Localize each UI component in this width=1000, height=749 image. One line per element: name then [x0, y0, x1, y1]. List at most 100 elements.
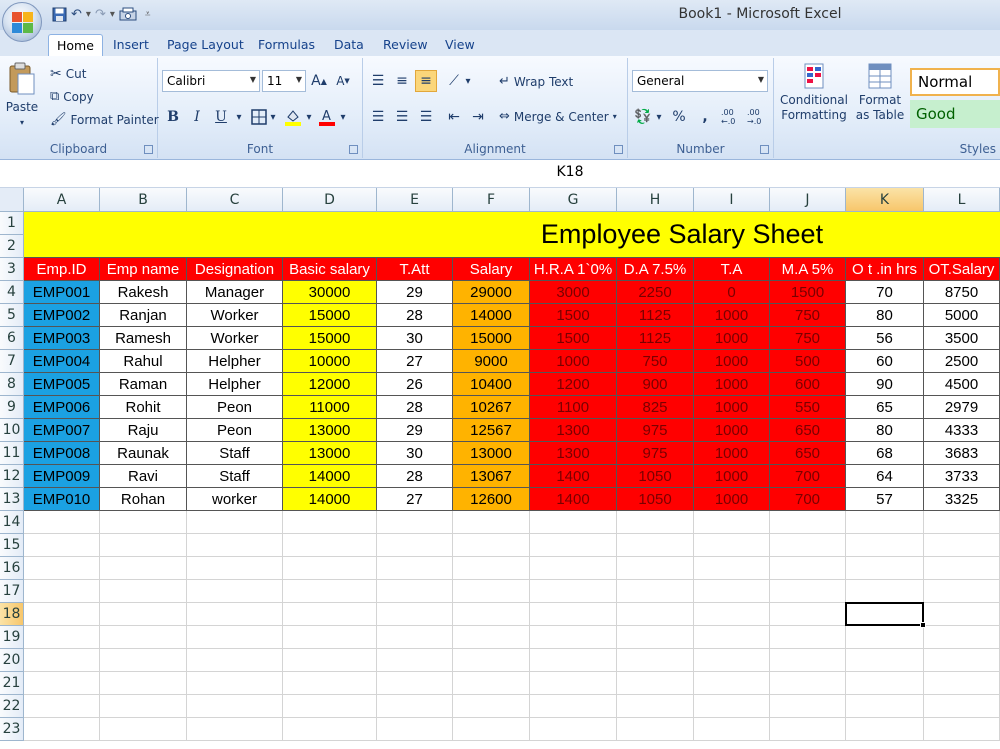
empty-cell[interactable] [924, 695, 1000, 718]
merge-center-button[interactable]: ⇔ Merge & Center ▾ [499, 109, 617, 124]
empty-cell[interactable] [24, 603, 100, 626]
table-cell[interactable]: 1200 [530, 373, 617, 396]
table-cell[interactable]: 1100 [530, 396, 617, 419]
align-bottom-icon[interactable]: ≡ [415, 70, 437, 92]
tab-view[interactable]: View [437, 34, 483, 56]
empty-cell[interactable] [283, 672, 377, 695]
empty-cell[interactable] [453, 511, 530, 534]
decrease-indent-icon[interactable]: ⇤ [443, 106, 465, 128]
row-header-15[interactable]: 15 [0, 534, 24, 557]
table-cell[interactable]: 4333 [924, 419, 1000, 442]
align-center-icon[interactable]: ☰ [391, 106, 413, 128]
font-size-box[interactable]: 11 ▼ [262, 70, 306, 92]
empty-cell[interactable] [100, 603, 187, 626]
empty-cell[interactable] [694, 718, 770, 741]
table-cell[interactable]: EMP002 [24, 304, 100, 327]
column-heading-cell[interactable]: Designation [187, 258, 283, 281]
row-header-6[interactable]: 6 [0, 327, 24, 350]
empty-cell[interactable] [100, 580, 187, 603]
table-cell[interactable]: 15000 [283, 304, 377, 327]
table-cell[interactable]: 2250 [617, 281, 694, 304]
table-cell[interactable]: 1000 [694, 373, 770, 396]
empty-cell[interactable] [100, 534, 187, 557]
table-cell[interactable]: 1050 [617, 465, 694, 488]
align-left-icon[interactable]: ☰ [367, 106, 389, 128]
tab-home[interactable]: Home [48, 34, 103, 56]
table-cell[interactable]: 26 [377, 373, 453, 396]
empty-cell[interactable] [846, 718, 924, 741]
tab-page-layout[interactable]: Page Layout [159, 34, 252, 56]
column-header-j[interactable]: J [770, 188, 846, 212]
table-cell[interactable]: 825 [617, 396, 694, 419]
empty-cell[interactable] [770, 718, 846, 741]
table-cell[interactable]: 650 [770, 442, 846, 465]
column-heading-cell[interactable]: T.Att [377, 258, 453, 281]
empty-cell[interactable] [530, 695, 617, 718]
empty-cell[interactable] [530, 603, 617, 626]
table-cell[interactable]: 2500 [924, 350, 1000, 373]
empty-cell[interactable] [100, 695, 187, 718]
sheet-title-cell[interactable]: Employee Salary Sheet [24, 212, 1000, 258]
empty-cell[interactable] [694, 695, 770, 718]
column-header-g[interactable]: G [530, 188, 617, 212]
table-cell[interactable]: 27 [377, 350, 453, 373]
row-header-5[interactable]: 5 [0, 304, 24, 327]
table-cell[interactable]: 28 [377, 465, 453, 488]
font-name-box[interactable]: Calibri ▼ [162, 70, 260, 92]
table-cell[interactable]: EMP003 [24, 327, 100, 350]
table-cell[interactable]: Peon [187, 396, 283, 419]
row-header-12[interactable]: 12 [0, 465, 24, 488]
empty-cell[interactable] [530, 511, 617, 534]
empty-cell[interactable] [377, 649, 453, 672]
empty-cell[interactable] [924, 580, 1000, 603]
empty-cell[interactable] [377, 626, 453, 649]
empty-cell[interactable] [453, 580, 530, 603]
empty-cell[interactable] [617, 649, 694, 672]
table-cell[interactable]: 70 [846, 281, 924, 304]
empty-cell[interactable] [377, 511, 453, 534]
table-cell[interactable]: 700 [770, 488, 846, 511]
table-cell[interactable]: EMP006 [24, 396, 100, 419]
empty-cell[interactable] [617, 534, 694, 557]
table-cell[interactable]: 15000 [453, 327, 530, 350]
table-cell[interactable]: 13000 [283, 442, 377, 465]
cut-button[interactable]: ✂ Cut [50, 66, 86, 82]
empty-cell[interactable] [283, 603, 377, 626]
clipboard-launcher-icon[interactable] [144, 145, 153, 154]
empty-cell[interactable] [530, 718, 617, 741]
empty-cell[interactable] [846, 534, 924, 557]
empty-cell[interactable] [187, 672, 283, 695]
empty-cell[interactable] [24, 580, 100, 603]
table-cell[interactable]: 1000 [694, 304, 770, 327]
table-cell[interactable]: 28 [377, 304, 453, 327]
font-color-dropdown-icon[interactable]: ▾ [338, 106, 348, 128]
column-heading-cell[interactable]: T.A [694, 258, 770, 281]
empty-cell[interactable] [617, 695, 694, 718]
row-header-14[interactable]: 14 [0, 511, 24, 534]
name-box[interactable]: K18 [470, 164, 670, 184]
row-header-1[interactable]: 1 [0, 212, 24, 235]
table-cell[interactable]: 1125 [617, 304, 694, 327]
table-cell[interactable]: EMP008 [24, 442, 100, 465]
empty-cell[interactable] [617, 718, 694, 741]
empty-cell[interactable] [453, 695, 530, 718]
empty-cell[interactable] [924, 511, 1000, 534]
empty-cell[interactable] [453, 718, 530, 741]
table-cell[interactable]: 1050 [617, 488, 694, 511]
empty-cell[interactable] [100, 718, 187, 741]
table-cell[interactable]: Worker [187, 327, 283, 350]
empty-cell[interactable] [530, 557, 617, 580]
table-cell[interactable]: EMP004 [24, 350, 100, 373]
row-header-22[interactable]: 22 [0, 695, 24, 718]
empty-cell[interactable] [770, 580, 846, 603]
empty-cell[interactable] [530, 672, 617, 695]
empty-cell[interactable] [283, 718, 377, 741]
empty-cell[interactable] [617, 580, 694, 603]
number-format-box[interactable]: General ▼ [632, 70, 768, 92]
borders-icon[interactable] [248, 106, 270, 128]
empty-cell[interactable] [617, 626, 694, 649]
column-header-a[interactable]: A [24, 188, 100, 212]
table-cell[interactable]: 1300 [530, 442, 617, 465]
empty-cell[interactable] [283, 580, 377, 603]
empty-cell[interactable] [924, 672, 1000, 695]
